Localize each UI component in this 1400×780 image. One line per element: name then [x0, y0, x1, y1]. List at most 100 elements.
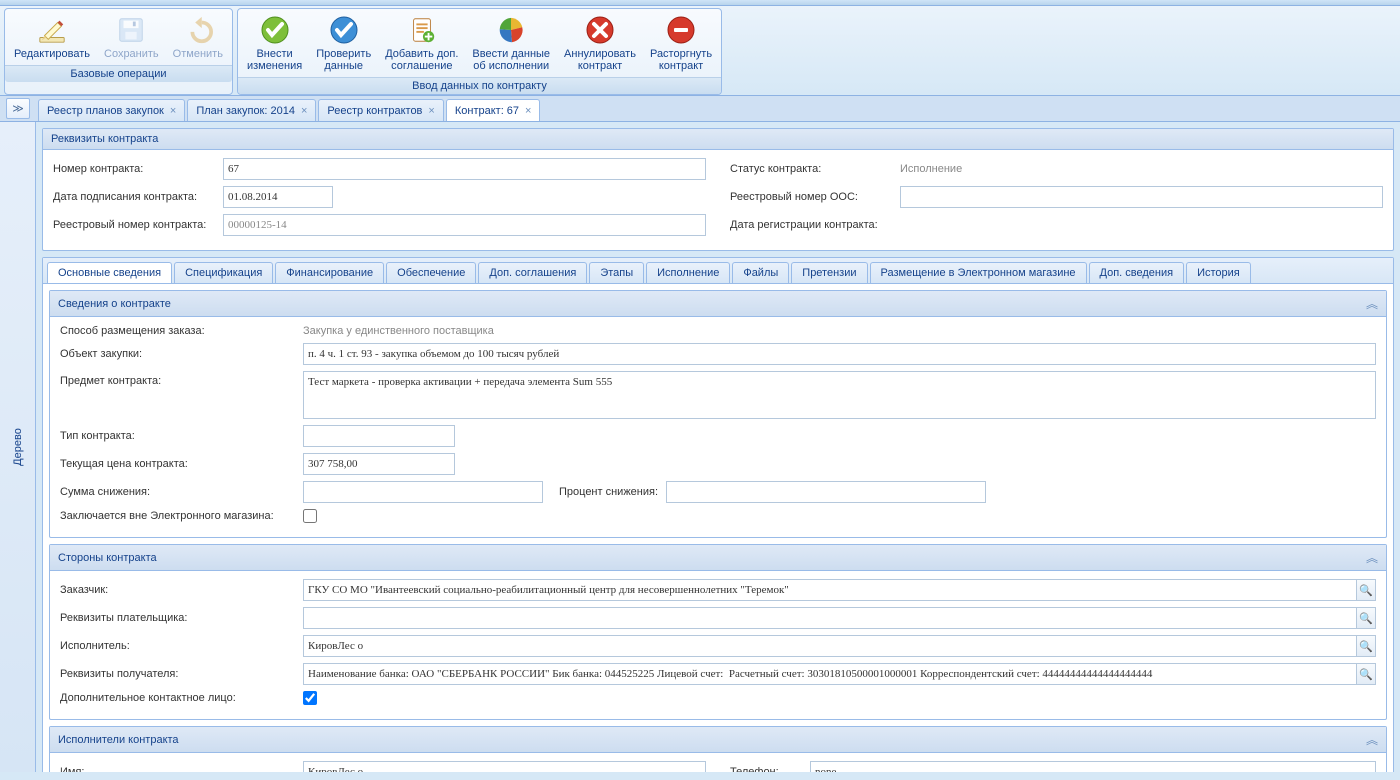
extra-contact-checkbox[interactable] — [303, 691, 317, 705]
label-placement: Способ размещения заказа: — [60, 325, 303, 337]
apply-changes-button[interactable]: Внести изменения — [240, 11, 309, 75]
panel-requisites-header: Реквизиты контракта — [43, 129, 1393, 150]
sidebar-label: Дерево — [12, 428, 24, 466]
doc-tab-contract-67[interactable]: Контракт: 67× — [446, 99, 541, 121]
payer-input[interactable] — [303, 607, 1356, 629]
registry-no-input[interactable] — [223, 214, 706, 236]
label-contractor: Исполнитель: — [60, 640, 303, 652]
search-icon[interactable]: 🔍 — [1356, 663, 1376, 685]
label-status: Статус контракта: — [730, 163, 900, 175]
price-input[interactable] — [303, 453, 455, 475]
edit-button[interactable]: Редактировать — [7, 11, 97, 63]
label-outside-market: Заключается вне Электронного магазина: — [60, 510, 303, 522]
panel-executors-header: Исполнители контракта ︽ — [50, 727, 1386, 753]
close-icon[interactable]: × — [428, 105, 434, 117]
customer-lookup: 🔍 — [303, 579, 1376, 601]
add-agreement-label: Добавить доп. соглашение — [385, 48, 458, 72]
collapse-icon[interactable]: ︽ — [1366, 295, 1378, 312]
tab-addendums[interactable]: Доп. соглашения — [478, 262, 587, 283]
executor-phone-input[interactable] — [810, 761, 1376, 772]
sidebar-collapsed[interactable]: Дерево — [0, 122, 36, 772]
expand-sidebar-button[interactable]: ≫ — [6, 98, 30, 119]
type-input[interactable] — [303, 425, 455, 447]
tab-claims[interactable]: Претензии — [791, 262, 867, 283]
document-plus-icon — [406, 14, 438, 46]
reduce-sum-input[interactable] — [303, 481, 543, 503]
close-icon[interactable]: × — [170, 105, 176, 117]
close-icon[interactable]: × — [525, 105, 531, 117]
pencil-icon — [36, 14, 68, 46]
floppy-icon — [115, 14, 147, 46]
edit-label: Редактировать — [14, 48, 90, 60]
tab-collateral[interactable]: Обеспечение — [386, 262, 476, 283]
ribbon-group-base-caption: Базовые операции — [5, 65, 232, 82]
label-reduce-sum: Сумма снижения: — [60, 486, 303, 498]
check-data-button[interactable]: Проверить данные — [309, 11, 378, 75]
add-agreement-button[interactable]: Добавить доп. соглашение — [378, 11, 465, 75]
tab-extra-info[interactable]: Доп. сведения — [1089, 262, 1185, 283]
payee-lookup: 🔍 — [303, 663, 1376, 685]
tab-files[interactable]: Файлы — [732, 262, 789, 283]
save-label: Сохранить — [104, 48, 159, 60]
pie-chart-icon — [495, 14, 527, 46]
panel-details-header: Сведения о контракте ︽ — [50, 291, 1386, 317]
doc-tab-registry-plans[interactable]: Реестр планов закупок× — [38, 99, 185, 121]
label-price: Текущая цена контракта: — [60, 458, 303, 470]
enter-execution-button[interactable]: Ввести данные об исполнении — [465, 11, 557, 75]
tab-financing[interactable]: Финансирование — [275, 262, 384, 283]
cancel-x-icon — [584, 14, 616, 46]
check-data-label: Проверить данные — [316, 48, 371, 72]
tab-general[interactable]: Основные сведения — [47, 262, 172, 283]
subject-textarea[interactable] — [303, 371, 1376, 419]
contractor-lookup: 🔍 — [303, 635, 1376, 657]
panel-executors: Исполнители контракта ︽ Имя: Телефон: — [49, 726, 1387, 772]
oos-no-input[interactable] — [900, 186, 1383, 208]
tab-specification[interactable]: Спецификация — [174, 262, 273, 283]
close-icon[interactable]: × — [301, 105, 307, 117]
search-icon[interactable]: 🔍 — [1356, 635, 1376, 657]
label-oos-no: Реестровый номер ООС: — [730, 191, 900, 203]
terminate-label: Расторгнуть контракт — [650, 48, 712, 72]
apply-changes-label: Внести изменения — [247, 48, 302, 72]
contract-number-input[interactable] — [223, 158, 706, 180]
check-blue-icon — [328, 14, 360, 46]
panel-details: Сведения о контракте ︽ Способ размещения… — [49, 290, 1387, 538]
panel-parties: Стороны контракта ︽ Заказчик: 🔍 Рек — [49, 544, 1387, 720]
object-input[interactable] — [303, 343, 1376, 365]
doc-tab-plan-2014[interactable]: План закупок: 2014× — [187, 99, 316, 121]
tab-execution[interactable]: Исполнение — [646, 262, 730, 283]
panel-parties-header: Стороны контракта ︽ — [50, 545, 1386, 571]
label-customer: Заказчик: — [60, 584, 303, 596]
sign-date-input[interactable] — [223, 186, 333, 208]
tab-stages[interactable]: Этапы — [589, 262, 644, 283]
tab-history[interactable]: История — [1186, 262, 1251, 283]
search-icon[interactable]: 🔍 — [1356, 579, 1376, 601]
label-extra-contact: Дополнительное контактное лицо: — [60, 692, 303, 704]
terminate-button[interactable]: Расторгнуть контракт — [643, 11, 719, 75]
cancel-label: Отменить — [173, 48, 223, 60]
executor-name-input[interactable] — [303, 761, 706, 772]
collapse-icon[interactable]: ︽ — [1366, 549, 1378, 566]
tab-marketplace[interactable]: Размещение в Электронном магазине — [870, 262, 1087, 283]
collapse-icon[interactable]: ︽ — [1366, 731, 1378, 748]
search-icon[interactable]: 🔍 — [1356, 607, 1376, 629]
customer-input[interactable] — [303, 579, 1356, 601]
contractor-input[interactable] — [303, 635, 1356, 657]
document-tabstrip: ≫ Реестр планов закупок× План закупок: 2… — [0, 96, 1400, 122]
label-reg-date: Дата регистрации контракта: — [730, 219, 900, 231]
label-payer: Реквизиты плательщика: — [60, 612, 303, 624]
outside-market-checkbox[interactable] — [303, 509, 317, 523]
label-executor-phone: Телефон: — [730, 766, 810, 772]
cancel-button: Отменить — [166, 11, 230, 63]
label-reduce-pct: Процент снижения: — [559, 486, 658, 498]
annul-button[interactable]: Аннулировать контракт — [557, 11, 643, 75]
payee-input[interactable] — [303, 663, 1356, 685]
reduce-pct-input[interactable] — [666, 481, 986, 503]
label-sign-date: Дата подписания контракта: — [53, 191, 223, 203]
payer-lookup: 🔍 — [303, 607, 1376, 629]
undo-icon — [182, 14, 214, 46]
label-contract-number: Номер контракта: — [53, 163, 223, 175]
inner-tabstrip: Основные сведения Спецификация Финансиро… — [43, 258, 1393, 284]
label-payee: Реквизиты получателя: — [60, 668, 303, 680]
doc-tab-registry-contracts[interactable]: Реестр контрактов× — [318, 99, 443, 121]
